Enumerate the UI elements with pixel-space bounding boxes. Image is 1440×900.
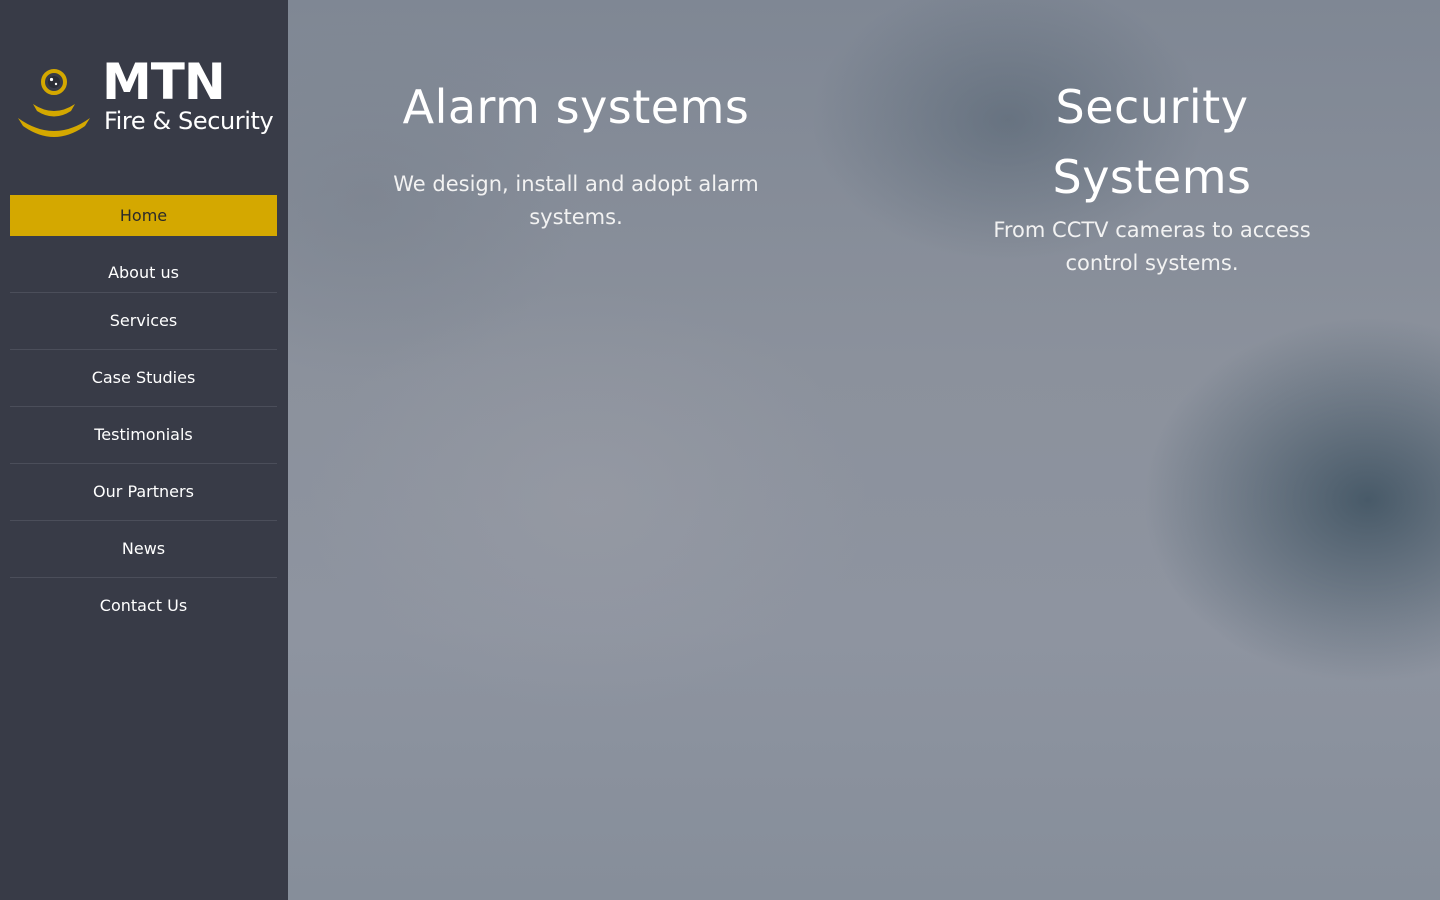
- feature-title: Alarm systems: [402, 80, 750, 134]
- nav-item-case-studies[interactable]: Case Studies: [10, 350, 277, 407]
- logo[interactable]: MTN Fire & Security: [14, 54, 276, 142]
- logo-subtitle: Fire & Security: [104, 107, 274, 135]
- nav-item-our-partners[interactable]: Our Partners: [10, 464, 277, 521]
- nav-item-news[interactable]: News: [10, 521, 277, 578]
- feature-description: From CCTV cameras to access control syst…: [993, 218, 1311, 275]
- page: MTN Fire & Security Home About us Servic…: [0, 0, 1440, 900]
- nav-item-contact-us[interactable]: Contact Us: [10, 578, 277, 635]
- nav-item-home[interactable]: Home: [10, 195, 277, 236]
- camera-signal-icon: [18, 69, 90, 137]
- logo-title: MTN: [102, 53, 226, 111]
- nav-item-about-us[interactable]: About us: [10, 236, 277, 293]
- sidebar-nav: Home About us Services Case Studies Test…: [10, 195, 277, 635]
- feature-description: We design, install and adopt alarm syste…: [393, 172, 759, 229]
- nav-item-testimonials[interactable]: Testimonials: [10, 407, 277, 464]
- feature-alarm-systems: Alarm systems We design, install and ado…: [384, 72, 768, 234]
- feature-title: Security Systems: [1052, 80, 1252, 204]
- nav-item-services[interactable]: Services: [10, 293, 277, 350]
- feature-security-systems: Security Systems From CCTV cameras to ac…: [960, 72, 1344, 280]
- hero: Alarm systems We design, install and ado…: [288, 0, 1440, 900]
- sidebar: MTN Fire & Security Home About us Servic…: [0, 0, 288, 900]
